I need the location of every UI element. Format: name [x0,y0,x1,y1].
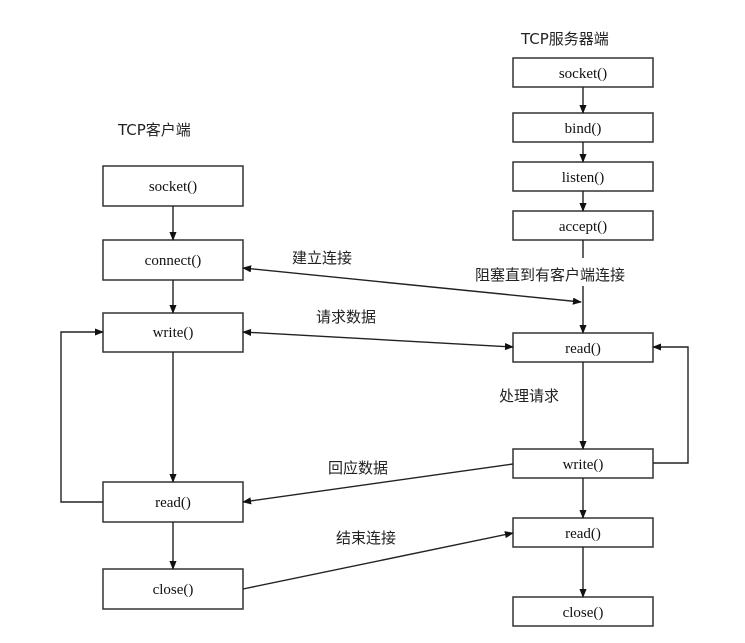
arrow-client-loop [60,328,104,503]
server-title: TCP服务器端 [520,30,609,48]
client-connect-box: connect() [102,239,244,281]
label-process: 处理请求 [499,387,559,405]
server-write-box: write() [512,448,654,479]
client-read-label: read() [155,495,191,511]
client-close-box: close() [102,568,244,610]
label-request: 请求数据 [316,308,376,326]
tcp-flow-diagram: TCP客户端 TCP服务器端 socket() connect() write(… [60,30,689,627]
server-accept-label: accept() [559,219,607,235]
arrow-server-loop [652,343,689,464]
client-write-box: write() [102,312,244,353]
server-read-box: read() [512,332,654,363]
server-accept-box: accept() [512,210,654,241]
server-close-box: close() [512,596,654,627]
server-listen-label: listen() [562,170,605,186]
client-close-label: close() [153,582,194,598]
server-read2-box: read() [512,517,654,548]
label-response: 回应数据 [328,459,388,477]
label-establish: 建立连接 [292,249,352,267]
server-read-label: read() [565,341,601,357]
client-socket-label: socket() [149,179,197,195]
client-socket-box: socket() [102,165,244,207]
server-socket-box: socket() [512,57,654,88]
client-read-box: read() [102,481,244,523]
server-socket-label: socket() [559,66,607,82]
server-listen-box: listen() [512,161,654,192]
arrow-request-data [242,328,514,351]
client-connect-label: connect() [145,253,202,269]
client-title: TCP客户端 [117,121,191,139]
label-blocking: 阻塞直到有客户端连接 [475,266,625,284]
label-finish: 结束连接 [336,529,396,547]
client-write-label: write() [153,325,194,341]
server-close-label: close() [563,605,604,621]
server-bind-label: bind() [565,121,602,137]
server-bind-box: bind() [512,112,654,143]
server-read2-label: read() [565,526,601,542]
server-write-label: write() [563,457,604,473]
